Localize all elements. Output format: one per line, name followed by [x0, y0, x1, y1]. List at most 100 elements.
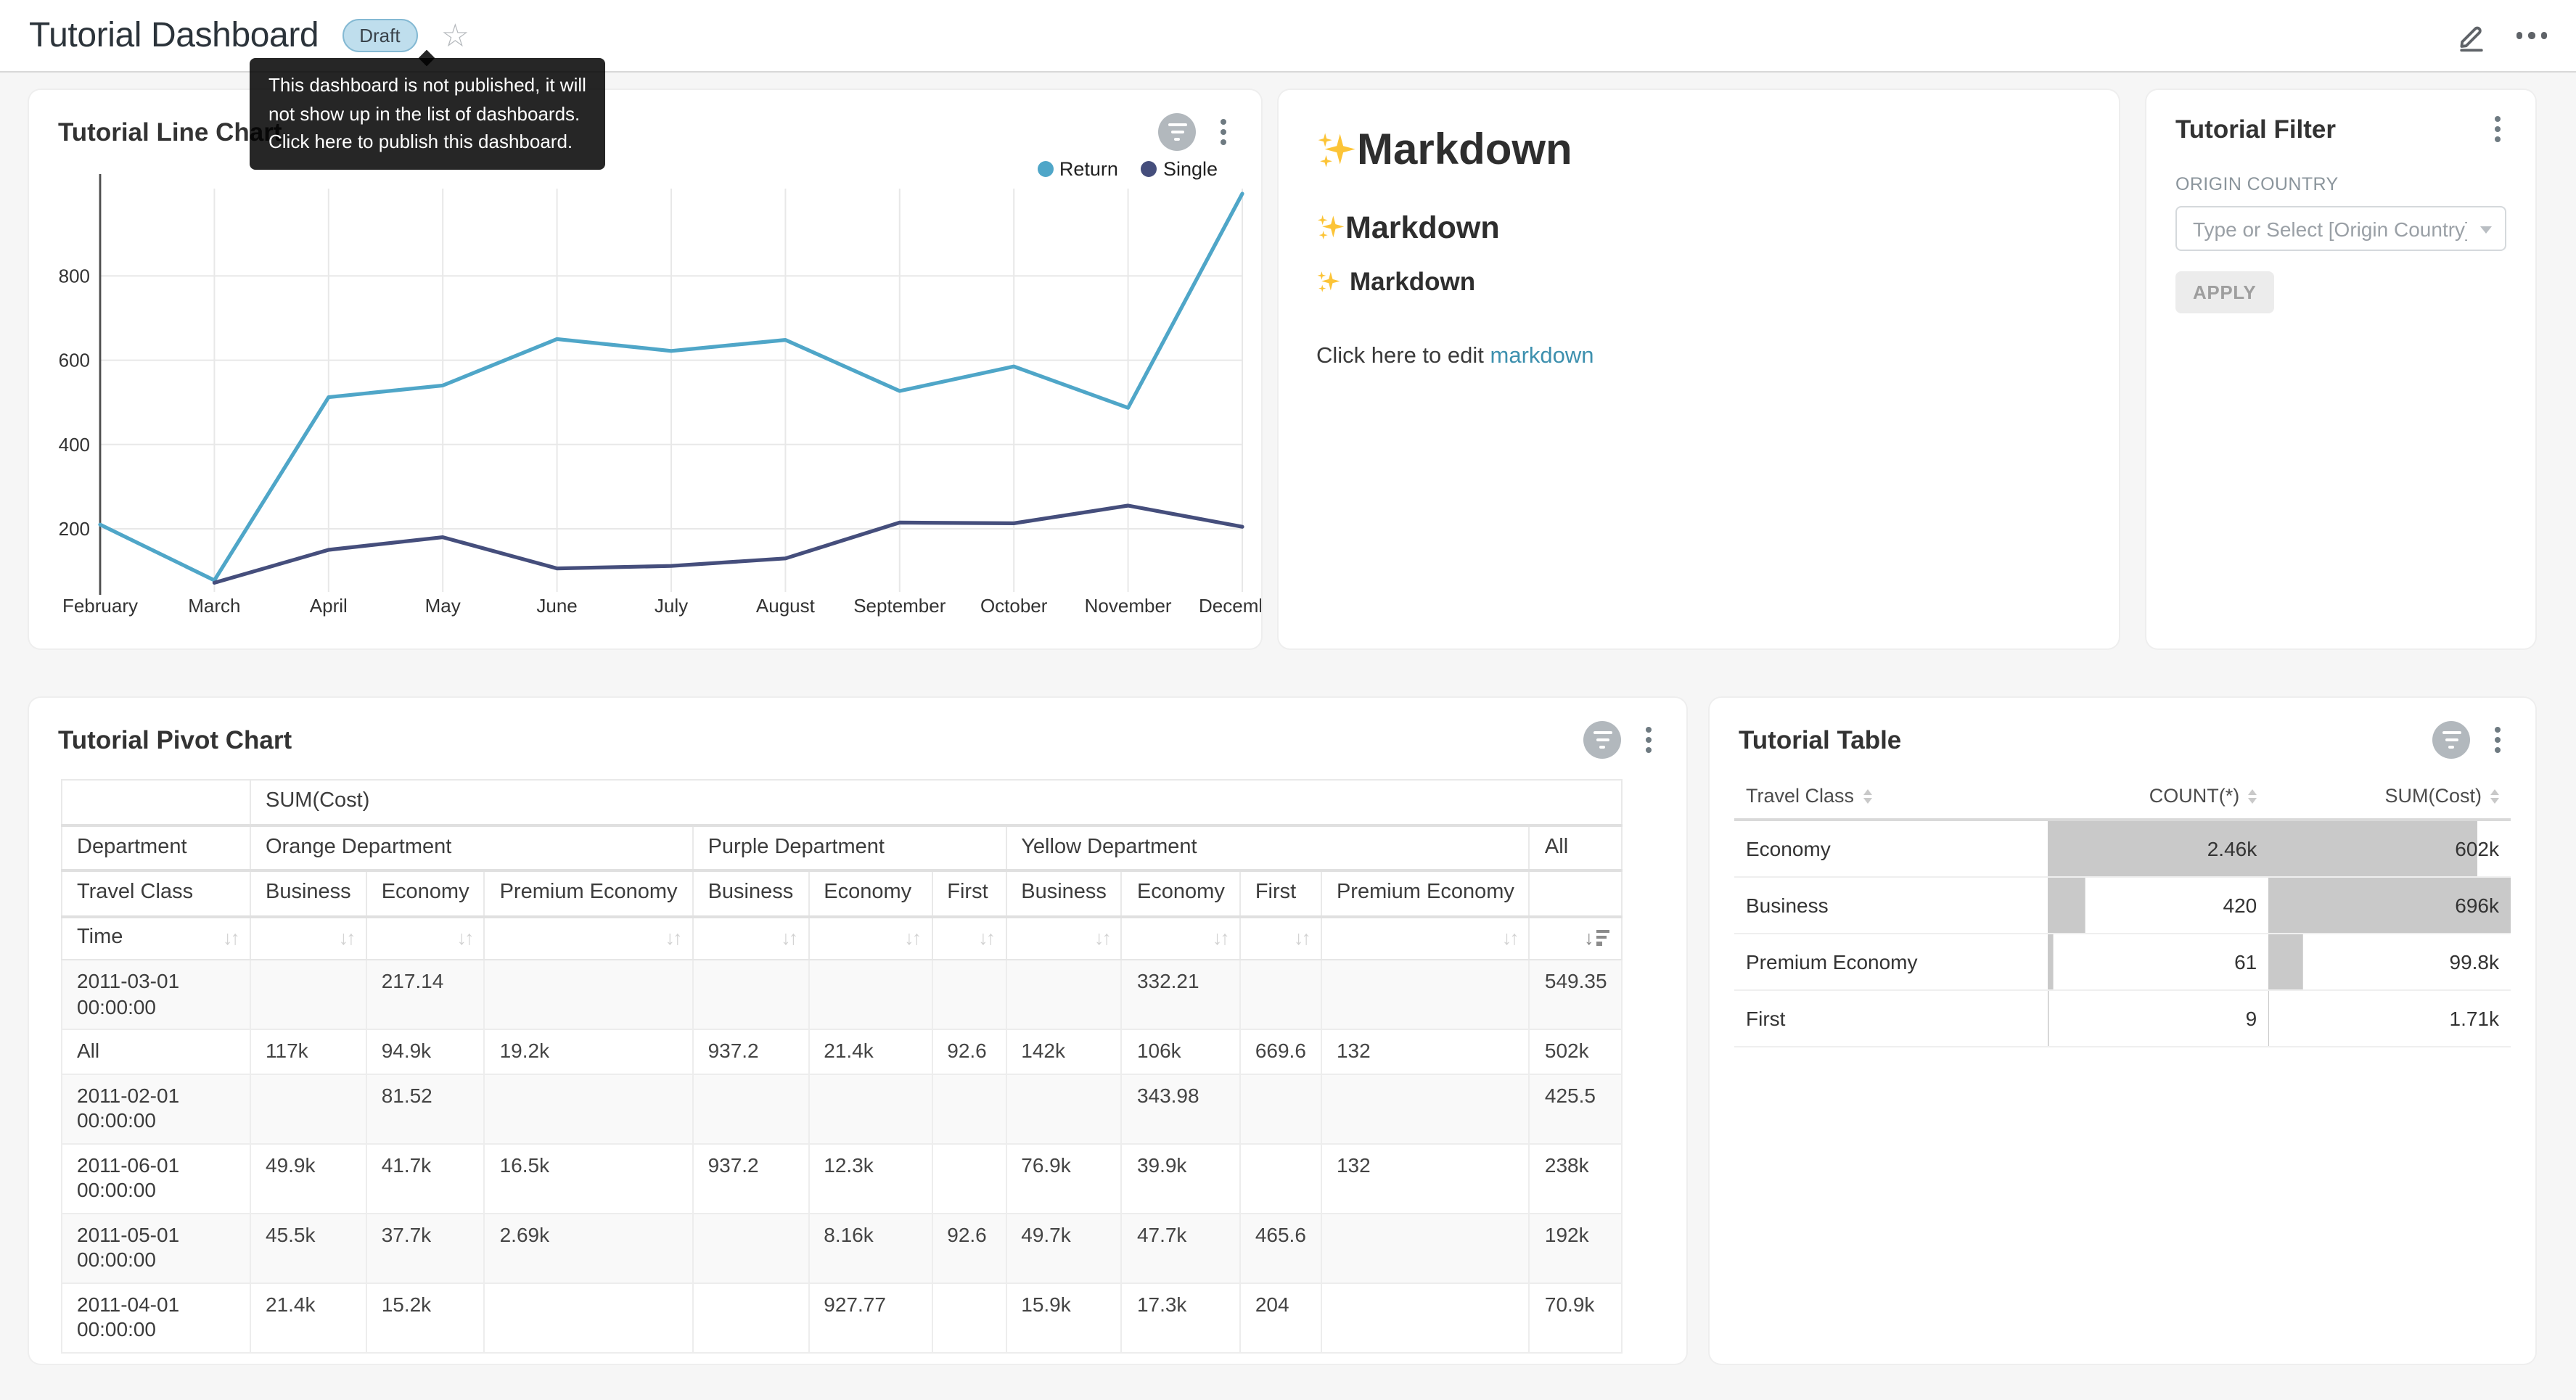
favorite-star-icon[interactable]: ☆ [441, 20, 469, 52]
pivot-value-cell: 92.6 [932, 1029, 1006, 1074]
pivot-value-cell [932, 1143, 1006, 1213]
pivot-value-cell: 16.5k [485, 1143, 693, 1213]
pivot-value-cell [250, 960, 366, 1029]
apply-filter-button[interactable]: APPLY [2175, 271, 2273, 313]
sort-icon: ↓↑ [339, 925, 354, 950]
pivot-value-cell: 217.14 [366, 960, 485, 1029]
pivot-sort-cell-active[interactable]: ↓ [1530, 916, 1623, 960]
chart-legend: Return Single [1038, 158, 1218, 180]
pivot-value-cell: 425.5 [1530, 1074, 1623, 1143]
markdown-h3: Markdown [1316, 267, 2081, 297]
pivot-sort-cell[interactable]: ↓↑ [693, 916, 809, 960]
pivot-row: 2011-05-01 00:00:0045.5k37.7k2.69k8.16k9… [62, 1213, 1623, 1282]
pivot-value-cell [485, 1282, 693, 1352]
pivot-value-cell: 39.9k [1122, 1143, 1240, 1213]
pivot-row: 2011-04-01 00:00:0021.4k15.2k927.7715.9k… [62, 1282, 1623, 1352]
svg-text:August: August [756, 595, 816, 617]
origin-country-select[interactable]: Type or Select [Origin Country] [2175, 206, 2506, 251]
svg-text:200: 200 [59, 518, 90, 540]
pivot-group-header: Purple Department [693, 825, 1006, 870]
pivot-value-cell [250, 1074, 366, 1143]
pivot-value-cell [1006, 960, 1122, 1029]
count-cell: 61 [2048, 934, 2268, 990]
pivot-value-cell [932, 960, 1006, 1029]
column-header-travel-class[interactable]: Travel Class [1734, 773, 2048, 820]
pivot-value-cell: 49.7k [1006, 1213, 1122, 1282]
table-row: Economy2.46k602k [1734, 820, 2511, 877]
sort-icon [2490, 790, 2499, 804]
chevron-down-icon [2480, 226, 2492, 234]
more-actions-icon[interactable] [2516, 27, 2547, 45]
pivot-time-header[interactable]: Time↓↑ [62, 916, 250, 960]
svg-text:November: November [1085, 595, 1172, 617]
svg-text:February: February [62, 595, 138, 617]
applied-filters-icon[interactable] [1158, 113, 1196, 151]
chart-menu-icon[interactable] [2489, 724, 2506, 756]
travel-class-cell: Business [1734, 877, 2048, 934]
travel-class-cell: First [1734, 990, 2048, 1047]
pivot-sort-cell[interactable]: ↓↑ [932, 916, 1006, 960]
svg-text:400: 400 [59, 434, 90, 456]
legend-label: Single [1163, 158, 1218, 180]
chart-menu-icon[interactable] [1640, 724, 1657, 756]
table-row: Business420696k [1734, 877, 2511, 934]
pivot-value-cell: 332.21 [1122, 960, 1240, 1029]
pivot-card-title: Tutorial Pivot Chart [58, 725, 292, 755]
sort-icon: ↓↑ [223, 925, 238, 950]
pivot-class-header: Business [250, 870, 366, 916]
applied-filters-icon[interactable] [1583, 721, 1621, 759]
pivot-value-cell [693, 960, 809, 1029]
pivot-value-cell: 549.35 [1530, 960, 1623, 1029]
pivot-class-header: Premium Economy [485, 870, 693, 916]
line-chart-card-header: Tutorial Line Chart [29, 90, 1261, 151]
pivot-sort-cell[interactable]: ↓↑ [1321, 916, 1530, 960]
pivot-col-dim-label: Travel Class [62, 870, 250, 916]
pivot-sort-cell[interactable]: ↓↑ [808, 916, 932, 960]
markdown-paragraph: Click here to edit markdown [1316, 344, 2081, 370]
pivot-value-cell: 669.6 [1240, 1029, 1321, 1074]
svg-text:800: 800 [59, 265, 90, 287]
pivot-sort-cell[interactable]: ↓↑ [366, 916, 485, 960]
count-cell: 2.46k [2048, 820, 2268, 877]
pivot-value-cell: 8.16k [808, 1213, 932, 1282]
sort-icon: ↓↑ [1294, 925, 1309, 950]
pivot-sort-cell[interactable]: ↓↑ [1122, 916, 1240, 960]
chart-menu-icon[interactable] [1215, 116, 1232, 148]
legend-item-return[interactable]: Return [1038, 158, 1118, 180]
sort-desc-active-icon: ↓ [1584, 925, 1610, 950]
markdown-edit-link[interactable]: markdown [1490, 344, 1594, 368]
applied-filters-icon[interactable] [2432, 721, 2470, 759]
filter-card-title: Tutorial Filter [2175, 114, 2336, 144]
pivot-group-header: Yellow Department [1006, 825, 1530, 870]
pivot-class-header [1530, 870, 1623, 916]
pivot-value-cell: 937.2 [693, 1143, 809, 1213]
pivot-value-cell: 76.9k [1006, 1143, 1122, 1213]
pivot-row-label: 2011-03-01 00:00:00 [62, 960, 250, 1029]
pivot-value-cell: 70.9k [1530, 1282, 1623, 1352]
edit-dashboard-icon[interactable] [2455, 20, 2487, 52]
pivot-value-cell: 21.4k [808, 1029, 932, 1074]
pivot-row-label: All [62, 1029, 250, 1074]
draft-tooltip: This dashboard is not published, it will… [250, 58, 605, 169]
pivot-chart-card: Tutorial Pivot Chart SUM(Cost)Department… [29, 698, 1686, 1364]
sort-icon: ↓↑ [457, 925, 472, 950]
markdown-card[interactable]: Markdown Markdown Markdown Click here to… [1279, 90, 2119, 648]
pivot-value-cell [932, 1074, 1006, 1143]
pivot-class-header: Business [693, 870, 809, 916]
pivot-group-header: Orange Department [250, 825, 693, 870]
sort-icon: ↓↑ [1094, 925, 1109, 950]
pivot-sort-cell[interactable]: ↓↑ [1240, 916, 1321, 960]
sparkles-icon [1316, 131, 1357, 171]
filter-menu-icon[interactable] [2489, 113, 2506, 145]
column-header-count[interactable]: COUNT(*) [2048, 773, 2268, 820]
column-header-sum-cost[interactable]: SUM(Cost) [2268, 773, 2511, 820]
draft-status-badge[interactable]: Draft [342, 19, 417, 52]
dashboard-page: Tutorial Dashboard Draft ☆ This dashboar… [0, 0, 2576, 1400]
pivot-sort-cell[interactable]: ↓↑ [1006, 916, 1122, 960]
pivot-sort-cell[interactable]: ↓↑ [250, 916, 366, 960]
pivot-sort-cell[interactable]: ↓↑ [485, 916, 693, 960]
legend-dot-return [1038, 161, 1054, 177]
pivot-row: All117k94.9k19.2k937.221.4k92.6142k106k6… [62, 1029, 1623, 1074]
filter-card: Tutorial Filter ORIGIN COUNTRY Type or S… [2146, 90, 2535, 648]
legend-item-single[interactable]: Single [1141, 158, 1218, 180]
